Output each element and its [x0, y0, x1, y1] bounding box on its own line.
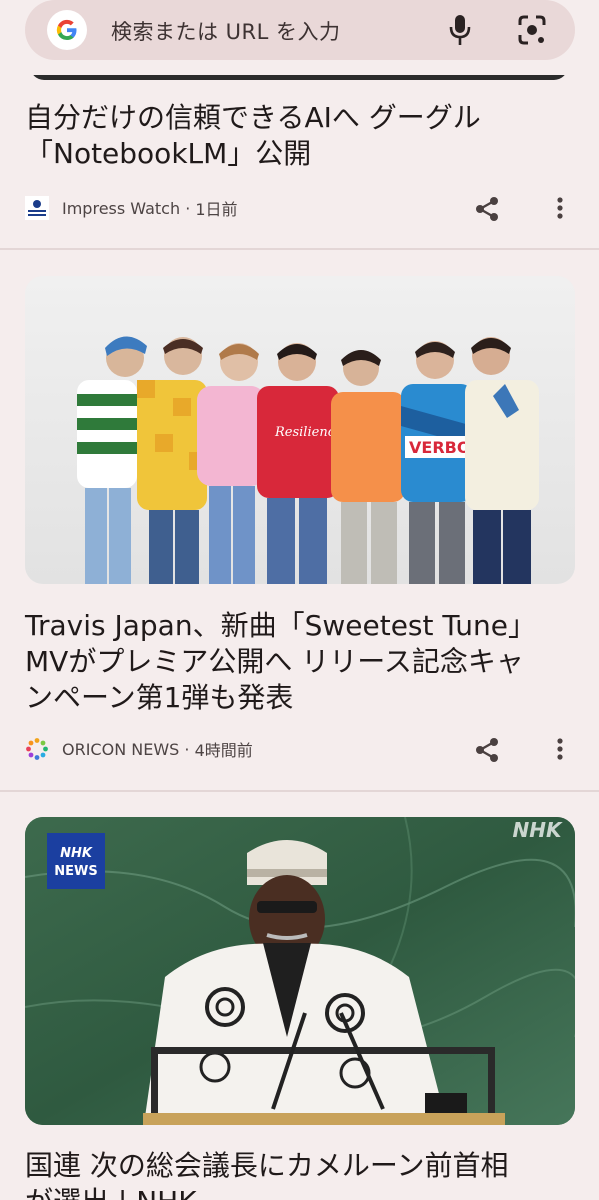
article-headline-3[interactable]: 国連 次の総会議長にカメルーン前首相 が選出 | NHK: [25, 1148, 575, 1200]
publish-time: 1日前: [195, 200, 238, 219]
shirt-text: VERBO: [409, 438, 470, 457]
share-icon[interactable]: [473, 195, 501, 223]
nhk-badge-line1: NHK: [60, 846, 93, 861]
article-meta-1: Impress Watch · 1日前: [25, 193, 575, 223]
article-image-3[interactable]: NHK NEWS NHK: [25, 817, 575, 1125]
oricon-logo-icon: [25, 737, 49, 761]
article-headline-1[interactable]: 自分だけの信頼できるAIへ グーグル 「NotebookLM」公開: [25, 100, 575, 172]
separator-dot: ·: [180, 198, 196, 218]
google-logo-icon[interactable]: [47, 10, 87, 50]
search-input[interactable]: 検索または URL を入力: [111, 16, 341, 46]
headline-line: 国連 次の総会議長にカメルーン前首相: [25, 1149, 509, 1182]
publish-time: 4時間前: [194, 741, 253, 760]
search-bar[interactable]: 検索または URL を入力: [25, 0, 575, 60]
article-meta-2: ORICON NEWS · 4時間前: [25, 734, 575, 764]
headline-line: 自分だけの信頼できるAIへ グーグル: [25, 101, 481, 134]
nhk-badge-line2: NEWS: [54, 864, 97, 879]
more-vert-icon[interactable]: [555, 736, 565, 762]
mic-icon[interactable]: [445, 13, 475, 47]
more-vert-icon[interactable]: [555, 195, 565, 221]
headline-line: ンペーン第1弾も発表: [25, 681, 294, 714]
article-headline-2[interactable]: Travis Japan、新曲「Sweetest Tune」 MVがプレミア公開…: [25, 608, 575, 716]
impress-watch-logo-icon: [25, 196, 49, 220]
separator-dot: ·: [179, 739, 195, 759]
top-bar: 検索または URL を入力: [0, 0, 599, 75]
divider: [0, 248, 599, 250]
share-icon[interactable]: [473, 736, 501, 764]
article-image-2[interactable]: Resilience VERBO: [25, 276, 575, 584]
source-name[interactable]: ORICON NEWS: [62, 740, 179, 759]
headline-line: 「NotebookLM」公開: [25, 137, 312, 170]
source-name[interactable]: Impress Watch: [62, 199, 180, 218]
headline-line: MVがプレミア公開へ リリース記念キャ: [25, 645, 524, 678]
nhk-watermark: NHK: [513, 818, 563, 842]
headline-line: Travis Japan、新曲「Sweetest Tune」: [25, 609, 536, 642]
headline-line: が選出 | NHK: [25, 1184, 575, 1200]
news-feed-page: 自分だけの信頼できるAIへ グーグル 「NotebookLM」公開 Impres…: [0, 0, 599, 1200]
lens-icon[interactable]: [516, 13, 548, 47]
divider: [0, 790, 599, 792]
